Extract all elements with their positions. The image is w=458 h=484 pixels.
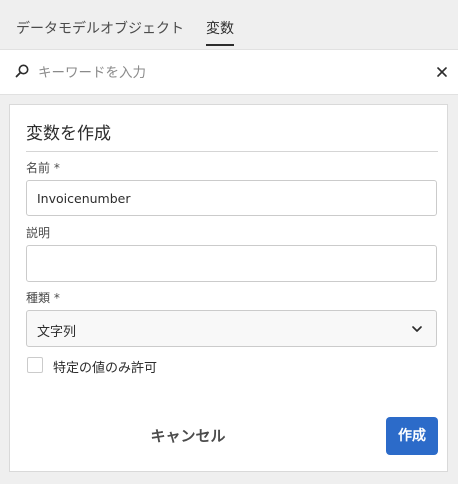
panel-title: 変数を作成 (26, 124, 111, 144)
description-label: 説明 (26, 226, 51, 240)
title-divider (26, 151, 438, 152)
description-field[interactable] (26, 245, 437, 282)
restrict-values-checkbox[interactable] (27, 357, 43, 373)
search-icon (15, 64, 29, 78)
type-label: 種類 * (26, 291, 60, 305)
name-label: 名前 * (26, 161, 60, 175)
restrict-values-label: 特定の値のみ許可 (53, 361, 158, 376)
tab-variables[interactable]: 変数 (206, 18, 234, 38)
search-bar (0, 49, 458, 95)
close-icon[interactable] (434, 64, 450, 80)
type-select[interactable]: 文字列 (26, 310, 437, 347)
type-select-value: 文字列 (37, 325, 77, 340)
name-field[interactable] (26, 180, 437, 216)
chevron-down-icon (412, 326, 422, 332)
tab-data-model-objects[interactable]: データモデルオブジェクト (16, 18, 184, 38)
active-tab-indicator (206, 44, 234, 46)
create-variable-panel: 変数を作成 名前 * 説明 種類 * 文字列 特定の値のみ許可 キャンセル 作成 (9, 104, 448, 472)
search-input[interactable] (36, 59, 410, 87)
tab-bar: データモデルオブジェクト 変数 (0, 0, 458, 49)
create-button[interactable]: 作成 (386, 417, 438, 455)
cancel-button[interactable]: キャンセル (138, 421, 238, 451)
